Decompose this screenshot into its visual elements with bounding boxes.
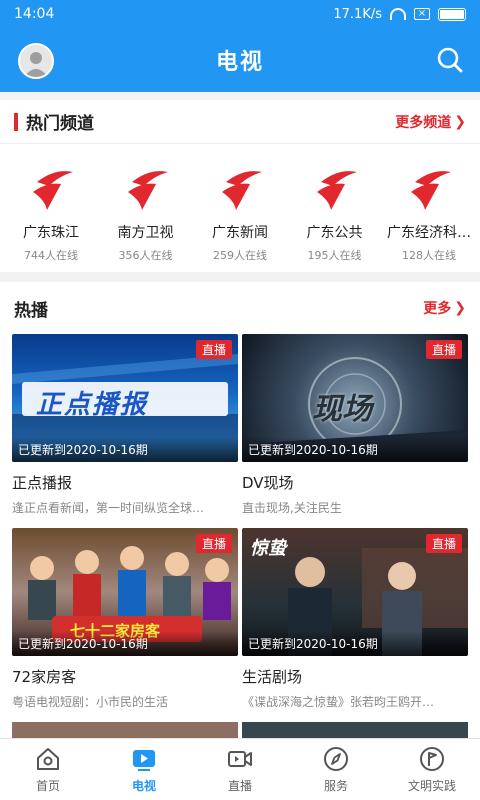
channel-viewers: 356人在线 xyxy=(118,249,173,262)
video-thumbnail: 七十二家房客 直播 已更新到2020-10-16期 xyxy=(12,528,238,656)
hot-play-header: 热播 更多 ❯ xyxy=(0,282,480,334)
update-info: 已更新到2020-10-16期 xyxy=(242,437,468,462)
channel-item[interactable]: 广东公共 195人在线 xyxy=(288,144,382,263)
tab-civilization[interactable]: 文明实践 xyxy=(384,739,480,800)
tab-label: 服务 xyxy=(323,779,348,793)
network-speed: 17.1K/s xyxy=(333,6,382,22)
channel-logo-icon xyxy=(127,171,168,210)
video-thumbnail-partial[interactable] xyxy=(12,722,238,738)
thumbnail-text: 惊蛰 xyxy=(250,538,286,559)
channel-viewers: 128人在线 xyxy=(402,249,456,262)
tab-home[interactable]: 首页 xyxy=(0,739,96,800)
chevron-right-icon: ❯ xyxy=(454,113,466,130)
app-bar: 电视 xyxy=(0,28,480,92)
tab-label: 直播 xyxy=(227,779,252,793)
tab-live[interactable]: 直播 xyxy=(192,739,288,800)
thumbnail-text: 正点播报 xyxy=(36,390,149,420)
thumbnail-text: 现场 xyxy=(312,392,372,427)
hot-channels-title: 热门频道 xyxy=(26,114,94,134)
wifi-icon xyxy=(390,8,406,20)
status-bar: 14:04 17.1K/s × xyxy=(0,0,480,28)
sim-icon: × xyxy=(414,8,430,20)
channel-item[interactable]: 广东珠江 744人在线 xyxy=(4,144,98,263)
bottom-tab-bar: 首页 电视 直播 服务 文明实践 xyxy=(0,738,480,800)
tv-play-icon xyxy=(133,750,155,771)
more-hot-label: 更多 xyxy=(423,301,452,317)
channel-list: 广东珠江 744人在线 南方卫视 356人在线 广东新闻 259人在线 广东公共… xyxy=(0,144,480,263)
more-channels-link[interactable]: 更多频道 ❯ xyxy=(395,112,466,132)
tab-label: 文明实践 xyxy=(407,779,456,793)
live-badge: 直播 xyxy=(195,340,232,359)
compass-icon xyxy=(324,747,348,771)
video-card[interactable]: 现场 直播 已更新到2020-10-16期 DV现场 直击现场,关注民生 xyxy=(242,334,468,516)
video-description: 《谍战深海之惊蛰》张若昀王鸥开… xyxy=(242,695,435,709)
tab-service[interactable]: 服务 xyxy=(288,739,384,800)
more-channels-label: 更多频道 xyxy=(395,114,452,131)
tab-label: 首页 xyxy=(35,779,60,793)
update-info: 已更新到2020-10-16期 xyxy=(242,631,468,656)
channel-viewers: 259人在线 xyxy=(213,249,267,262)
channel-logo-icon xyxy=(222,171,262,210)
video-description: 粤语电视短剧：小市民的生活 xyxy=(12,695,169,709)
channel-item[interactable]: 广东新闻 259人在线 xyxy=(193,144,287,263)
channel-name: 广东经济科… xyxy=(387,225,471,241)
user-avatar-icon xyxy=(20,45,52,77)
channel-logo-icon xyxy=(316,171,357,210)
live-badge: 直播 xyxy=(425,340,462,359)
video-thumbnail: 正点播报 直播 已更新到2020-10-16期 xyxy=(12,334,238,462)
section-marker xyxy=(14,112,18,131)
tab-label: 电视 xyxy=(131,779,156,793)
search-icon[interactable] xyxy=(436,46,464,74)
video-thumbnail: 现场 直播 已更新到2020-10-16期 xyxy=(242,334,468,462)
tab-tv[interactable]: 电视 xyxy=(96,739,192,800)
channel-name: 广东新闻 xyxy=(212,225,268,241)
status-time: 14:04 xyxy=(14,6,55,22)
battery-icon xyxy=(438,7,466,21)
channel-name: 广东公共 xyxy=(306,225,363,241)
video-thumbnail-partial[interactable] xyxy=(242,722,468,738)
flag-icon xyxy=(420,747,444,771)
video-title: 生活剧场 xyxy=(242,668,303,686)
video-title: 72家房客 xyxy=(12,668,77,686)
video-description: 逢正点看新闻，第一时间纵览全球… xyxy=(12,501,205,515)
video-title: DV现场 xyxy=(242,474,294,492)
page-title: 电视 xyxy=(215,50,264,75)
more-hot-link[interactable]: 更多 ❯ xyxy=(423,298,466,318)
channel-viewers: 195人在线 xyxy=(307,249,362,262)
live-badge: 直播 xyxy=(425,534,462,553)
video-card[interactable]: 正点播报 直播 已更新到2020-10-16期 正点播报 逢正点看新闻，第一时间… xyxy=(12,334,238,516)
channel-item[interactable]: 南方卫视 356人在线 xyxy=(99,144,193,263)
channel-logo-icon xyxy=(411,171,451,210)
hot-channels-section: 热门频道 更多频道 ❯ 广东珠江 744人在线 南方卫视 356人在线 广东新闻… xyxy=(0,100,480,272)
video-card[interactable]: 惊蛰 直播 已更新到2020-10-16期 生活剧场 《谍战深海之惊蛰》张若昀王… xyxy=(242,528,468,710)
channel-name: 广东珠江 xyxy=(23,225,79,241)
video-card[interactable]: 七十二家房客 直播 已更新到2020-10-16期 72家房客 粤语电视短剧：小… xyxy=(12,528,238,710)
update-info: 已更新到2020-10-16期 xyxy=(12,437,238,462)
channel-name: 南方卫视 xyxy=(117,225,174,241)
video-camera-icon xyxy=(228,751,252,767)
hot-play-title: 热播 xyxy=(14,300,48,321)
channel-logo-icon xyxy=(33,171,73,210)
home-icon xyxy=(37,748,59,770)
video-description: 直击现场,关注民生 xyxy=(242,501,342,515)
channel-item[interactable]: 广东经济科… 128人在线 xyxy=(382,144,476,263)
avatar[interactable] xyxy=(18,43,54,79)
video-thumbnail: 惊蛰 直播 已更新到2020-10-16期 xyxy=(242,528,468,656)
video-title: 正点播报 xyxy=(12,474,73,492)
update-info: 已更新到2020-10-16期 xyxy=(12,631,238,656)
live-badge: 直播 xyxy=(195,534,232,553)
channel-viewers: 744人在线 xyxy=(24,249,78,262)
hot-channels-header: 热门频道 更多频道 ❯ xyxy=(0,100,480,144)
chevron-right-icon: ❯ xyxy=(454,300,466,316)
hot-play-section: 热播 更多 ❯ 正点播报 直播 已更新到2020-10-16期 正点播报 逢正点… xyxy=(0,282,480,738)
